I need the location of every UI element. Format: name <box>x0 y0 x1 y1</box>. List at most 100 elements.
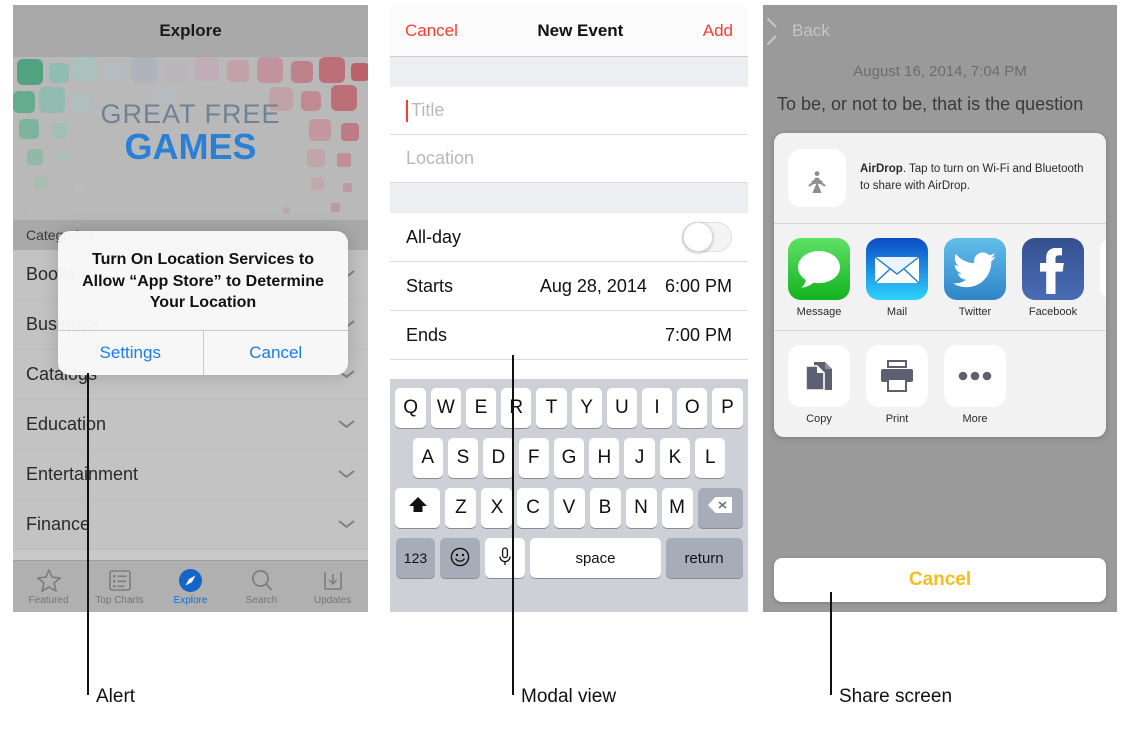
space-key[interactable]: space <box>530 538 661 578</box>
keyboard-row-2: A S D F G H J K L <box>393 438 745 478</box>
partial-app-icon <box>1100 238 1106 300</box>
share-target-label: Message <box>796 306 842 318</box>
share-cancel-button[interactable]: Cancel <box>774 558 1106 602</box>
list-item[interactable]: Entertainment <box>13 450 368 500</box>
airdrop-description: AirDrop. Tap to turn on Wi-Fi and Blueto… <box>860 161 1092 194</box>
tab-top-charts[interactable]: Top Charts <box>84 561 155 612</box>
share-target-label: Twitter <box>958 306 992 318</box>
dictation-key[interactable] <box>485 538 526 578</box>
key-o[interactable]: O <box>677 388 708 428</box>
key-j[interactable]: J <box>624 438 655 478</box>
key-l[interactable]: L <box>695 438 726 478</box>
key-b[interactable]: B <box>589 488 621 528</box>
share-target-overflow[interactable] <box>1100 238 1106 318</box>
all-day-toggle[interactable] <box>682 222 732 252</box>
app-store-navbar: Explore <box>13 5 368 57</box>
star-icon <box>36 567 61 593</box>
back-label: Back <box>792 21 830 40</box>
banner-text: GREAT FREE GAMES <box>13 101 368 165</box>
airdrop-row[interactable]: AirDrop. Tap to turn on Wi-Fi and Blueto… <box>774 133 1106 223</box>
key-q[interactable]: Q <box>395 388 426 428</box>
share-target-facebook[interactable]: Facebook <box>1022 238 1084 318</box>
ends-row[interactable]: Ends 7:00 PM <box>390 311 748 360</box>
list-icon <box>108 567 132 593</box>
key-e[interactable]: E <box>465 388 497 428</box>
share-target-mail[interactable]: Mail <box>866 238 928 318</box>
title-input[interactable]: Title <box>390 87 748 135</box>
tab-label: Featured <box>28 595 69 606</box>
action-more[interactable]: More <box>944 345 1006 425</box>
list-item-label: Education <box>26 414 107 434</box>
key-s[interactable]: S <box>447 438 479 478</box>
keyboard-row-1: Q W E R T Y U I O P <box>393 388 745 428</box>
share-actions-row: Copy Print More <box>774 331 1106 437</box>
numbers-key[interactable]: 123 <box>395 538 436 578</box>
key-x[interactable]: X <box>481 488 513 528</box>
backspace-key[interactable] <box>697 488 743 528</box>
add-button[interactable]: Add <box>703 21 733 41</box>
alert-title: Turn On Location Services to Allow “App … <box>82 251 324 312</box>
form-group-spacer <box>390 183 748 213</box>
title-placeholder: Title <box>411 100 445 120</box>
callout-leader-alert <box>87 373 89 695</box>
tab-search[interactable]: Search <box>226 561 297 612</box>
app-store-screen: Explore GREAT FREE GAMES Books Catalogs … <box>13 5 368 612</box>
key-u[interactable]: U <box>606 388 637 428</box>
key-h[interactable]: H <box>589 438 620 478</box>
key-w[interactable]: W <box>430 388 461 428</box>
keyboard-row-3: Z X C V B N M <box>393 488 745 528</box>
back-button[interactable]: Back <box>775 21 830 41</box>
key-p[interactable]: P <box>712 388 743 428</box>
compass-icon <box>178 567 203 593</box>
location-services-alert: Turn On Location Services to Allow “App … <box>58 231 348 375</box>
key-a[interactable]: A <box>412 438 443 478</box>
modal-navbar: Cancel New Event Add <box>390 5 748 57</box>
action-copy[interactable]: Copy <box>788 345 850 425</box>
return-key[interactable]: return <box>665 538 743 578</box>
key-d[interactable]: D <box>483 438 514 478</box>
starts-time-value: 6:00 PM <box>664 275 732 296</box>
tab-featured[interactable]: Featured <box>13 561 84 612</box>
shift-key[interactable] <box>395 488 441 528</box>
key-n[interactable]: N <box>625 488 657 528</box>
key-m[interactable]: M <box>661 488 693 528</box>
key-k[interactable]: K <box>659 438 691 478</box>
key-r[interactable]: R <box>501 388 532 428</box>
emoji-key[interactable] <box>440 538 481 578</box>
key-t[interactable]: T <box>536 388 567 428</box>
list-item[interactable]: Education <box>13 400 368 450</box>
callout-label-alert: Alert <box>96 686 136 707</box>
messages-icon <box>788 238 850 300</box>
tab-label: Top Charts <box>95 595 144 606</box>
key-g[interactable]: G <box>553 438 585 478</box>
location-input[interactable]: Location <box>390 135 748 183</box>
key-i[interactable]: I <box>641 388 673 428</box>
settings-button[interactable]: Settings <box>58 331 203 375</box>
key-y[interactable]: Y <box>571 388 602 428</box>
action-print[interactable]: Print <box>866 345 928 425</box>
key-c[interactable]: C <box>517 488 549 528</box>
key-f[interactable]: F <box>518 438 549 478</box>
note-timestamp: August 16, 2014, 7:04 PM <box>853 63 1027 80</box>
key-v[interactable]: V <box>553 488 585 528</box>
chevron-down-icon <box>339 470 354 479</box>
text-caret <box>406 99 408 122</box>
cancel-button[interactable]: Cancel <box>202 330 349 375</box>
starts-row[interactable]: Starts Aug 28, 2014 6:00 PM <box>390 262 748 311</box>
share-target-message[interactable]: Message <box>788 238 850 318</box>
list-item[interactable]: Finance <box>13 500 368 550</box>
tab-explore[interactable]: Explore <box>155 561 226 612</box>
all-day-row[interactable]: All-day <box>390 213 748 262</box>
ends-time-value: 7:00 PM <box>664 324 732 345</box>
cancel-button[interactable]: Cancel <box>405 21 458 41</box>
key-z[interactable]: Z <box>445 488 477 528</box>
tab-label: Explore <box>173 595 208 606</box>
form-group-spacer <box>390 57 748 87</box>
printer-icon <box>866 345 928 407</box>
ellipsis-icon <box>944 345 1006 407</box>
featured-banner[interactable]: GREAT FREE GAMES <box>13 57 368 220</box>
note-body-text: To be, or not to be, that is the questio… <box>777 94 1084 114</box>
tab-label: Search <box>245 595 278 606</box>
tab-updates[interactable]: Updates <box>297 561 368 612</box>
share-target-twitter[interactable]: Twitter <box>944 238 1006 318</box>
